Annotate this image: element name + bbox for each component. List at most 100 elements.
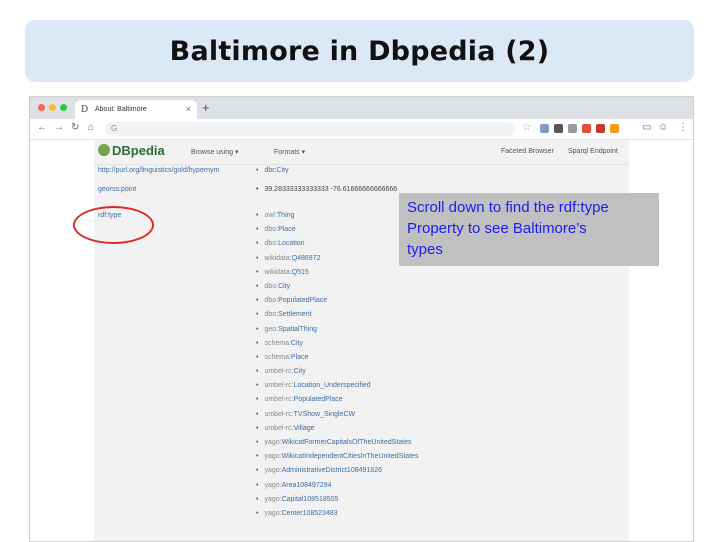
forward-icon[interactable]: →: [54, 122, 64, 133]
formats-menu[interactable]: Formats ▾: [274, 148, 305, 156]
profile-icon[interactable]: ☺: [658, 122, 668, 133]
rdf-type-value[interactable]: • yago:WikicatIndependentCitiesInTheUnite…: [256, 453, 616, 467]
type-prefix: geo:: [264, 325, 279, 333]
browse-using-menu[interactable]: Browse using ▾: [191, 148, 238, 156]
extension-icon[interactable]: [568, 124, 577, 133]
extension-icon[interactable]: [554, 124, 563, 133]
rdf-type-value[interactable]: • umbel-rc:Location_Underspecified: [256, 382, 616, 396]
type-name: City: [293, 368, 306, 376]
type-prefix: yago:: [264, 467, 282, 475]
georss-property[interactable]: georss:point: [98, 186, 136, 193]
extension-icon[interactable]: [582, 124, 591, 133]
menu-icon[interactable]: ⋮: [678, 122, 688, 133]
callout-text: Scroll down to find the rdf:type Propert…: [407, 199, 609, 258]
rdf-type-value[interactable]: • umbel-rc:PopulatedPlace: [256, 396, 616, 410]
type-prefix: yago:: [264, 453, 282, 461]
rdf-type-value[interactable]: • dbo:City: [256, 283, 616, 297]
hypernym-property[interactable]: http://purl.org/linguistics/gold/hyperny…: [98, 167, 219, 174]
type-name: Thing: [276, 212, 295, 219]
rdf-type-value[interactable]: • umbel-rc:City: [256, 368, 616, 382]
bullet: •: [256, 325, 259, 333]
reload-icon[interactable]: ↻: [71, 122, 79, 133]
type-prefix: dbo:: [264, 297, 279, 305]
minimize-window-icon[interactable]: [49, 104, 56, 111]
rdf-type-value[interactable]: • yago:Capital108518505: [256, 496, 616, 510]
type-prefix: yago:: [264, 495, 282, 503]
type-name: Location: [278, 240, 305, 248]
type-prefix: dbo:: [264, 282, 279, 290]
rdf-type-value[interactable]: • dbo:PopulatedPlace: [256, 297, 616, 311]
type-name: Q486972: [291, 254, 321, 262]
type-prefix: owl:: [264, 212, 277, 219]
bullet: •: [256, 509, 259, 517]
type-name: Place: [290, 353, 309, 361]
tab-title: About: Baltimore: [95, 106, 147, 113]
browser-tab[interactable]: D About: Baltimore ×: [75, 100, 197, 119]
type-name: WikicatFormerCapitalsOfTheUnitedStates: [281, 439, 412, 446]
type-name: Location_Underspecified: [293, 382, 371, 390]
extension-icon[interactable]: [610, 124, 619, 133]
bullet: •: [256, 368, 259, 376]
rdf-type-value[interactable]: • dbo:Settlement: [256, 311, 616, 325]
bullet: •: [256, 254, 259, 262]
rdf-type-value[interactable]: • yago:AdministrativeDistrict108491826: [256, 467, 616, 481]
type-name: PopulatedPlace: [293, 396, 343, 404]
bullet: •: [256, 226, 259, 234]
rdf-type-value[interactable]: • yago:WikicatFormerCapitalsOfTheUnitedSt…: [256, 439, 616, 453]
bullet: •: [256, 467, 259, 475]
close-window-icon[interactable]: [38, 104, 45, 111]
type-prefix: umbel-rc:: [264, 382, 294, 390]
type-prefix: dbo:: [264, 226, 279, 234]
type-prefix: umbel-rc:: [264, 424, 294, 432]
rdf-type-value[interactable]: • schema:City: [256, 340, 616, 354]
type-prefix: umbel-rc:: [264, 410, 294, 418]
bullet: •: [256, 424, 259, 432]
bullet: •: [256, 396, 259, 404]
rdf-type-value[interactable]: • wikidata:Q515: [256, 269, 616, 283]
hypernym-value[interactable]: • dbr:City: [256, 167, 289, 174]
bullet: •: [256, 240, 259, 248]
rdf-type-value[interactable]: • schema:Place: [256, 354, 616, 368]
bullet: •: [256, 382, 259, 390]
instruction-callout: Scroll down to find the rdf:type Propert…: [399, 193, 659, 266]
bullet: •: [256, 410, 259, 418]
type-name: PopulatedPlace: [278, 297, 328, 305]
sparql-endpoint-link[interactable]: Sparql Endpoint: [568, 148, 618, 155]
maximize-window-icon[interactable]: [60, 104, 67, 111]
rdf-type-value[interactable]: • yago:Area108497294: [256, 482, 616, 496]
cast-icon[interactable]: ▭: [642, 122, 651, 133]
bullet: •: [256, 212, 259, 219]
bullet: •: [256, 495, 259, 503]
bullet: •: [256, 297, 259, 305]
rdf-type-value[interactable]: • umbel-rc:Village: [256, 425, 616, 439]
address-bar[interactable]: G: [105, 122, 515, 136]
rdf-type-value[interactable]: • umbel-rc:TVShow_SingleCW: [256, 411, 616, 425]
dbpedia-favicon-icon: D: [81, 105, 89, 115]
georss-value: • 39.28333333333333 -76.61666666666666: [256, 186, 398, 193]
type-prefix: schema:: [264, 339, 291, 347]
type-name: Settlement: [278, 311, 312, 319]
new-tab-button[interactable]: +: [202, 100, 210, 115]
extension-icon[interactable]: [540, 124, 549, 133]
bookmark-star-icon[interactable]: ☆: [522, 122, 531, 133]
tab-close-icon[interactable]: ×: [186, 104, 191, 114]
rdf-type-value[interactable]: • yago:Center108523483: [256, 510, 616, 524]
back-icon[interactable]: ←: [37, 122, 47, 133]
slide-title-bar: Baltimore in Dbpedia (2): [25, 20, 694, 82]
type-name: TVShow_SingleCW: [293, 410, 356, 418]
faceted-browser-link[interactable]: Faceted Browser: [501, 148, 554, 155]
type-name: Village: [293, 424, 315, 432]
type-name: WikicatIndependentCitiesInTheUnitedState…: [281, 453, 419, 461]
browser-window: D About: Baltimore × + ← → ↻ ⌂ G ☆ ▭ ☺ ⋮…: [29, 96, 694, 542]
type-prefix: umbel-rc:: [264, 368, 294, 376]
bullet: •: [256, 453, 259, 461]
bullet: •: [256, 481, 259, 489]
type-name: Area108497294: [281, 481, 332, 489]
type-name: Center108523483: [281, 509, 338, 517]
extension-icon[interactable]: [596, 124, 605, 133]
home-icon[interactable]: ⌂: [88, 122, 94, 133]
bullet: •: [256, 268, 259, 276]
dbpedia-logo[interactable]: DBpedia: [98, 143, 165, 158]
rdf-type-value[interactable]: • geo:SpatialThing: [256, 326, 616, 340]
type-prefix: yago:: [264, 439, 282, 446]
